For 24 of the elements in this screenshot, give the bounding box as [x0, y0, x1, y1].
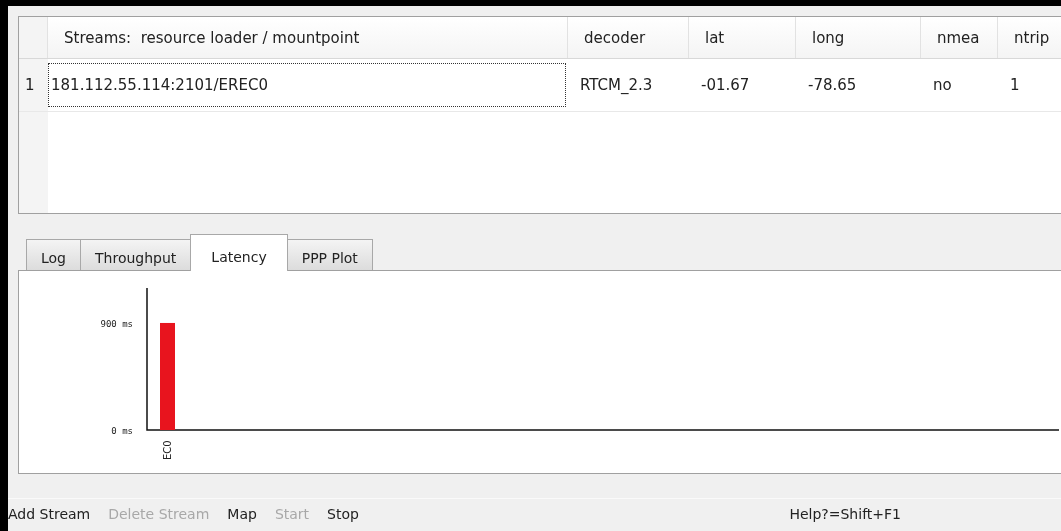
status-text: Help?=Shift+F1 [789, 506, 901, 522]
table-cell-text: -78.65 [807, 76, 858, 94]
table-cell: 181.112.55.114:2101/EREC0 [48, 63, 566, 107]
tab[interactable]: PPP Plot [286, 239, 373, 270]
row-number: 1 [19, 59, 48, 111]
tab[interactable]: Latency [190, 234, 288, 271]
toolbar-button[interactable]: Stop [327, 506, 368, 522]
tab[interactable]: Throughput [80, 239, 192, 270]
table-cell-text: RTCM_2.3 [579, 76, 654, 94]
table-cell-text: -01.67 [700, 76, 751, 94]
column-header[interactable]: ntrip [998, 17, 1061, 58]
column-header[interactable]: long [796, 17, 921, 58]
table-cell-text: 1 [1009, 76, 1021, 94]
tab[interactable]: Log [26, 239, 81, 270]
table-cell-text: no [932, 76, 953, 94]
toolbar-button[interactable]: Map [227, 506, 266, 522]
column-header[interactable]: Streams: resource loader / mountpoint [48, 17, 568, 58]
axis-label: EC0 [162, 440, 173, 460]
axis-label: 0 ms [111, 426, 133, 436]
column-header[interactable]: decoder [568, 17, 689, 58]
axis-label: 900 ms [100, 318, 133, 329]
column-header[interactable]: lat [689, 17, 796, 58]
column-header[interactable]: nmea [921, 17, 998, 58]
toolbar-button[interactable]: Add Stream [8, 506, 100, 522]
